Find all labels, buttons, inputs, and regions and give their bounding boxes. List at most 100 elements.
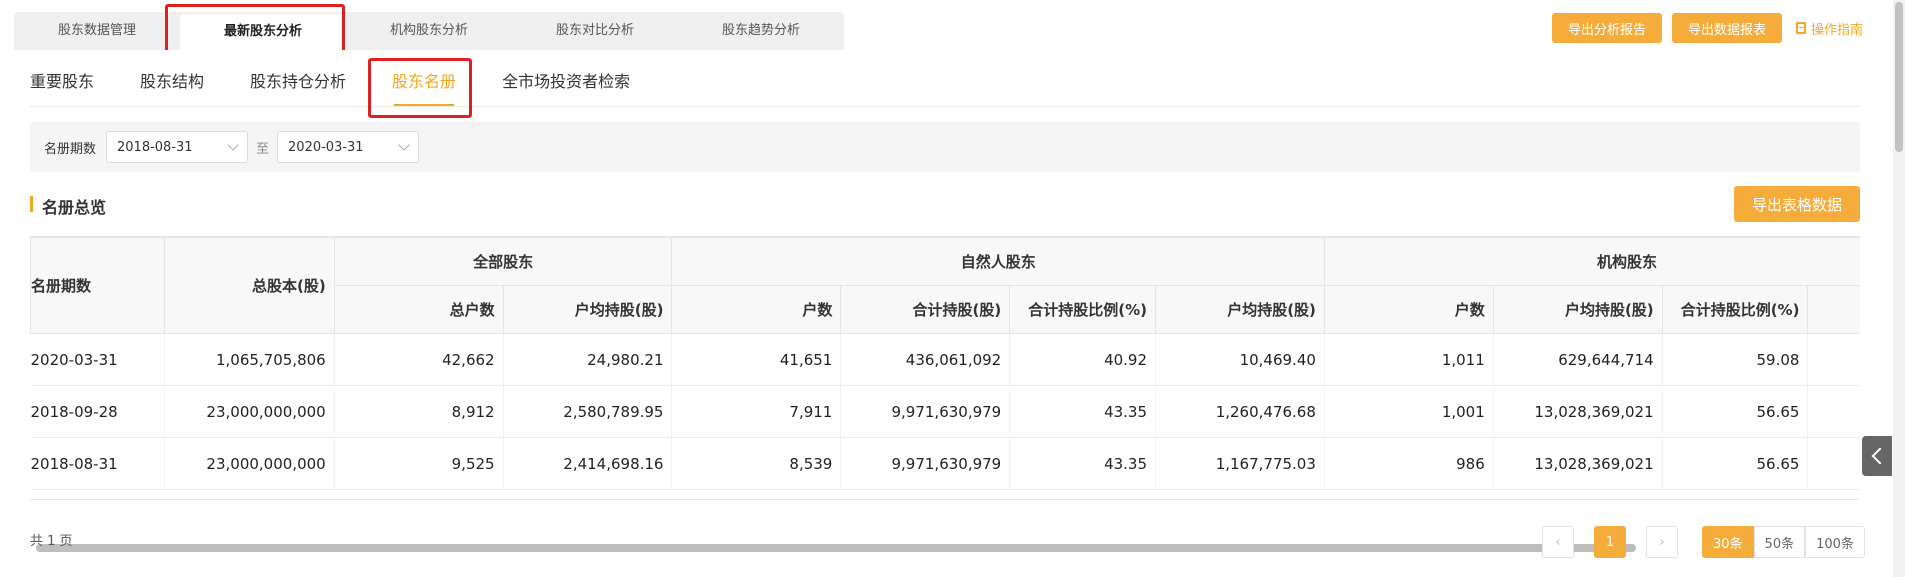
pagination: ‹ 1 › xyxy=(1542,526,1678,558)
col-header: 户数 xyxy=(671,285,842,334)
cell: 59.08 xyxy=(1662,333,1809,386)
collapse-side-panel-button[interactable] xyxy=(1862,436,1892,476)
col-header: 合计持股比例(%) xyxy=(1661,285,1809,334)
cell: 41,651 xyxy=(671,333,842,386)
tab-institution-analysis[interactable]: 机构股东分析 xyxy=(346,12,512,50)
cell: 23,000,000,000 xyxy=(164,437,335,490)
cell: 2,580,789.95 xyxy=(503,385,673,438)
tab-shareholder-comparison[interactable]: 股东对比分析 xyxy=(512,12,678,50)
cell: 1,001 xyxy=(1324,385,1494,438)
vertical-scroll-thumb[interactable] xyxy=(1895,2,1903,152)
filter-label: 名册期数 xyxy=(44,141,97,157)
col-total-shares-header: 总股本(股) xyxy=(163,237,335,334)
col-header: 户均持股(股) xyxy=(502,285,673,334)
guide-link[interactable]: 操作指南 xyxy=(1795,19,1863,38)
chevron-down-icon xyxy=(227,139,239,151)
cell: 56.65 xyxy=(1662,385,1809,438)
prev-page-button[interactable]: ‹ xyxy=(1542,526,1574,558)
highlight-box-top-tab xyxy=(165,4,345,54)
cell: 13,028,369,021 xyxy=(1493,385,1663,438)
table-row[interactable]: 2018-09-28 23,000,000,000 8,912 2,580,78… xyxy=(30,385,1860,438)
export-report-button[interactable]: 导出分析报告 xyxy=(1551,13,1662,43)
tab-shareholder-trend[interactable]: 股东趋势分析 xyxy=(678,12,844,50)
range-separator: 至 xyxy=(256,141,270,157)
col-header: 合计持股(股) xyxy=(840,285,1011,334)
cell: 986 xyxy=(1324,437,1494,490)
section-title: 名册总览 xyxy=(42,198,107,217)
page-size-100[interactable]: 100条 xyxy=(1805,526,1865,558)
cell: 9,971,630,979 xyxy=(840,385,1011,438)
page-size-50[interactable]: 50条 xyxy=(1753,526,1806,558)
cell: 2018-09-28 xyxy=(30,385,165,438)
cell: 56.65 xyxy=(1662,437,1809,490)
cell: 629,644,714 xyxy=(1493,333,1663,386)
main-panel: 重要股东 股东结构 股东持仓分析 股东名册 全市场投资者检索 名册期数 2018… xyxy=(14,50,1890,577)
guide-label: 操作指南 xyxy=(1810,22,1863,38)
cell: 2,414,698.16 xyxy=(503,437,673,490)
page-1-button[interactable]: 1 xyxy=(1594,526,1626,558)
start-period-select[interactable]: 2018-08-31 xyxy=(106,131,249,163)
chevron-down-icon xyxy=(398,139,410,151)
cell: 23,000,000,000 xyxy=(164,385,335,438)
top-tab-bar: 股东数据管理 最新股东分析 机构股东分析 股东对比分析 股东趋势分析 xyxy=(14,12,844,50)
table-row[interactable]: 2020-03-31 1,065,705,806 42,662 24,980.2… xyxy=(30,333,1860,386)
cell: 436,061,092 xyxy=(840,333,1011,386)
cell: 1,011 xyxy=(1324,333,1494,386)
cell: 8,539 xyxy=(671,437,842,490)
table-row[interactable]: 2018-08-31 23,000,000,000 9,525 2,414,69… xyxy=(30,437,1860,490)
cell: 2018-08-31 xyxy=(30,437,165,490)
cell: 7,911 xyxy=(671,385,842,438)
end-period-value: 2020-03-31 xyxy=(288,139,364,155)
page-count: 共 1 页 xyxy=(30,534,73,549)
cell xyxy=(1807,385,1860,438)
page-size-30[interactable]: 30条 xyxy=(1702,526,1754,558)
cell: 43.35 xyxy=(1009,385,1157,438)
cell: 1,260,476.68 xyxy=(1155,385,1325,438)
subtab-investor-search[interactable]: 全市场投资者检索 xyxy=(502,50,630,106)
col-header: 户数 xyxy=(1323,285,1494,334)
col-header-overflow xyxy=(1807,285,1860,334)
period-filter: 名册期数 2018-08-31 至 2020-03-31 xyxy=(30,122,1860,172)
cell: 1,167,775.03 xyxy=(1155,437,1325,490)
cell xyxy=(1807,333,1860,386)
subtab-shareholder-structure[interactable]: 股东结构 xyxy=(140,50,204,106)
col-period-header: 名册期数 xyxy=(30,237,165,334)
page-size-group: 30条 50条 100条 xyxy=(1702,526,1865,558)
cell: 10,469.40 xyxy=(1155,333,1325,386)
top-actions: 导出分析报告 导出数据报表 操作指南 xyxy=(1542,13,1863,43)
horizontal-scrollbar[interactable] xyxy=(36,544,1636,552)
group-all-header: 全部股东 xyxy=(333,237,673,286)
cell: 2020-03-31 xyxy=(30,333,165,386)
tab-shareholder-data-mgmt[interactable]: 股东数据管理 xyxy=(14,12,180,50)
section-header: 名册总览 导出表格数据 xyxy=(30,186,1860,222)
top-bar: 股东数据管理 最新股东分析 机构股东分析 股东对比分析 股东趋势分析 导出分析报… xyxy=(0,0,1905,54)
cell: 13,028,369,021 xyxy=(1493,437,1663,490)
book-icon xyxy=(1795,22,1806,34)
group-natural-header: 自然人股东 xyxy=(671,237,1325,286)
register-table-container[interactable]: 名册期数 总股本(股) 全部股东 自然人股东 机构股东 总户数 户均持股(股) … xyxy=(30,236,1860,500)
cell: 1,065,705,806 xyxy=(164,333,335,386)
cell: 9,525 xyxy=(334,437,504,490)
col-header: 户均持股(股) xyxy=(1155,285,1325,334)
register-table: 名册期数 总股本(股) 全部股东 自然人股东 机构股东 总户数 户均持股(股) … xyxy=(30,237,1860,490)
highlight-box-sub-tab xyxy=(368,58,472,118)
cell: 42,662 xyxy=(334,333,504,386)
cell: 24,980.21 xyxy=(503,333,673,386)
end-period-select[interactable]: 2020-03-31 xyxy=(277,131,420,163)
section-accent-bar xyxy=(30,196,33,212)
export-table-button[interactable]: 导出表格数据 xyxy=(1733,186,1860,222)
col-header: 合计持股比例(%) xyxy=(1009,285,1157,334)
cell: 9,971,630,979 xyxy=(840,437,1011,490)
group-inst-header: 机构股东 xyxy=(1323,237,1860,286)
sub-tab-bar: 重要股东 股东结构 股东持仓分析 股东名册 全市场投资者检索 xyxy=(30,50,1860,107)
start-period-value: 2018-08-31 xyxy=(117,139,193,155)
subtab-holdings-analysis[interactable]: 股东持仓分析 xyxy=(250,50,346,106)
cell: 8,912 xyxy=(334,385,504,438)
vertical-scrollbar[interactable] xyxy=(1893,0,1905,577)
next-page-button[interactable]: › xyxy=(1646,526,1678,558)
cell: 43.35 xyxy=(1009,437,1157,490)
chevron-left-icon xyxy=(1871,447,1888,465)
subtab-key-shareholders[interactable]: 重要股东 xyxy=(30,50,94,106)
col-header: 户均持股(股) xyxy=(1492,285,1663,334)
export-data-button[interactable]: 导出数据报表 xyxy=(1671,13,1782,43)
